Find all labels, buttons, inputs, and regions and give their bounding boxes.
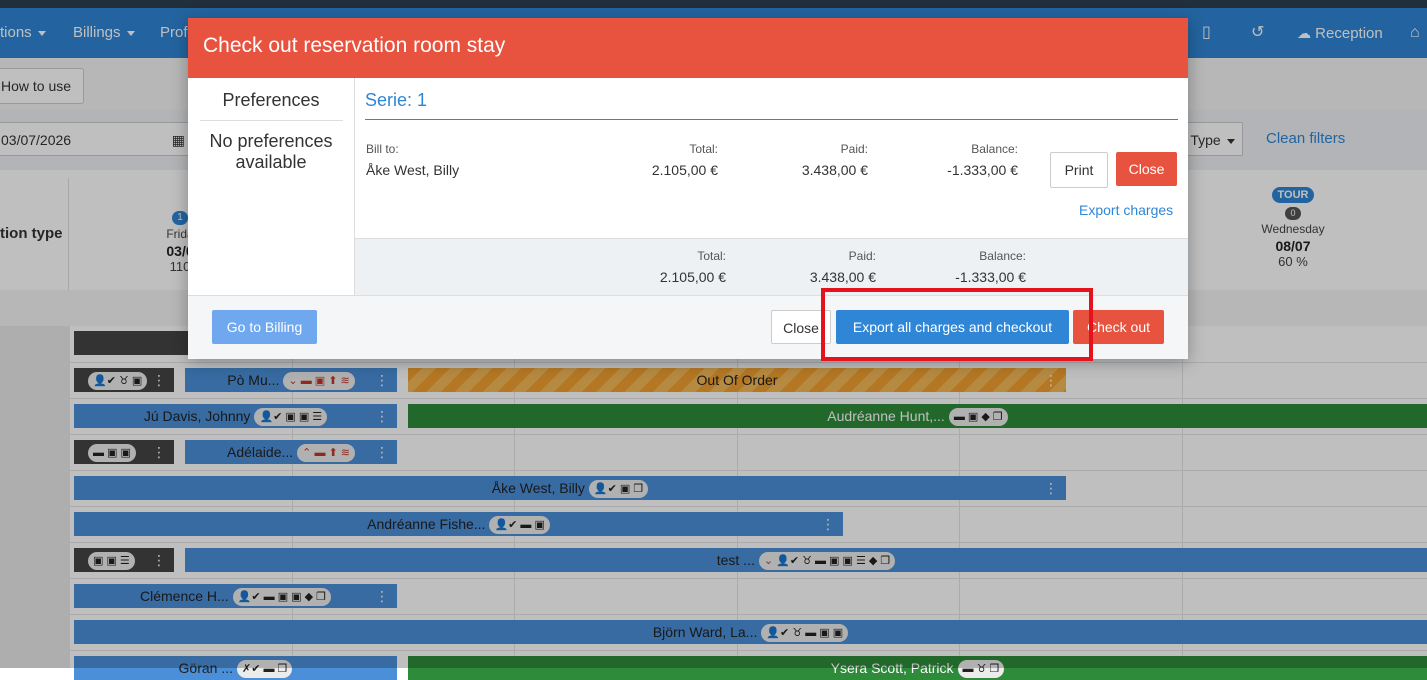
total-value: 2.105,00 €	[651, 162, 718, 178]
preferences-title: Preferences	[222, 90, 320, 110]
summary-balance-value: -1.333,00 €	[955, 269, 1026, 285]
serie-title: Serie: 1	[365, 90, 428, 110]
summary-balance-label: Balance:	[979, 249, 1026, 263]
modal-title: Check out reservation room stay	[203, 34, 506, 57]
summary-total-label: Total:	[697, 249, 726, 263]
print-button[interactable]: Print	[1050, 152, 1108, 188]
balance-value: -1.333,00 €	[947, 162, 1018, 178]
summary-paid-value: 3.438,00 €	[809, 269, 876, 285]
bill-to-label: Bill to:	[366, 142, 399, 156]
bill-to-value: Åke West, Billy	[366, 162, 460, 178]
export-charges-link[interactable]: Export charges	[1079, 202, 1173, 218]
go-to-billing-button[interactable]: Go to Billing	[212, 310, 317, 344]
highlight-box	[821, 288, 1093, 361]
divider	[200, 120, 343, 121]
close-serie-button[interactable]: Close	[1116, 152, 1177, 186]
total-label: Total:	[689, 142, 718, 156]
summary-total-value: 2.105,00 €	[659, 269, 726, 285]
summary-paid-label: Paid:	[848, 249, 876, 263]
preferences-empty-text: No preferences available	[209, 131, 333, 172]
divider	[365, 119, 1178, 120]
balance-label: Balance:	[971, 142, 1018, 156]
paid-value: 3.438,00 €	[801, 162, 868, 178]
paid-label: Paid:	[840, 142, 868, 156]
